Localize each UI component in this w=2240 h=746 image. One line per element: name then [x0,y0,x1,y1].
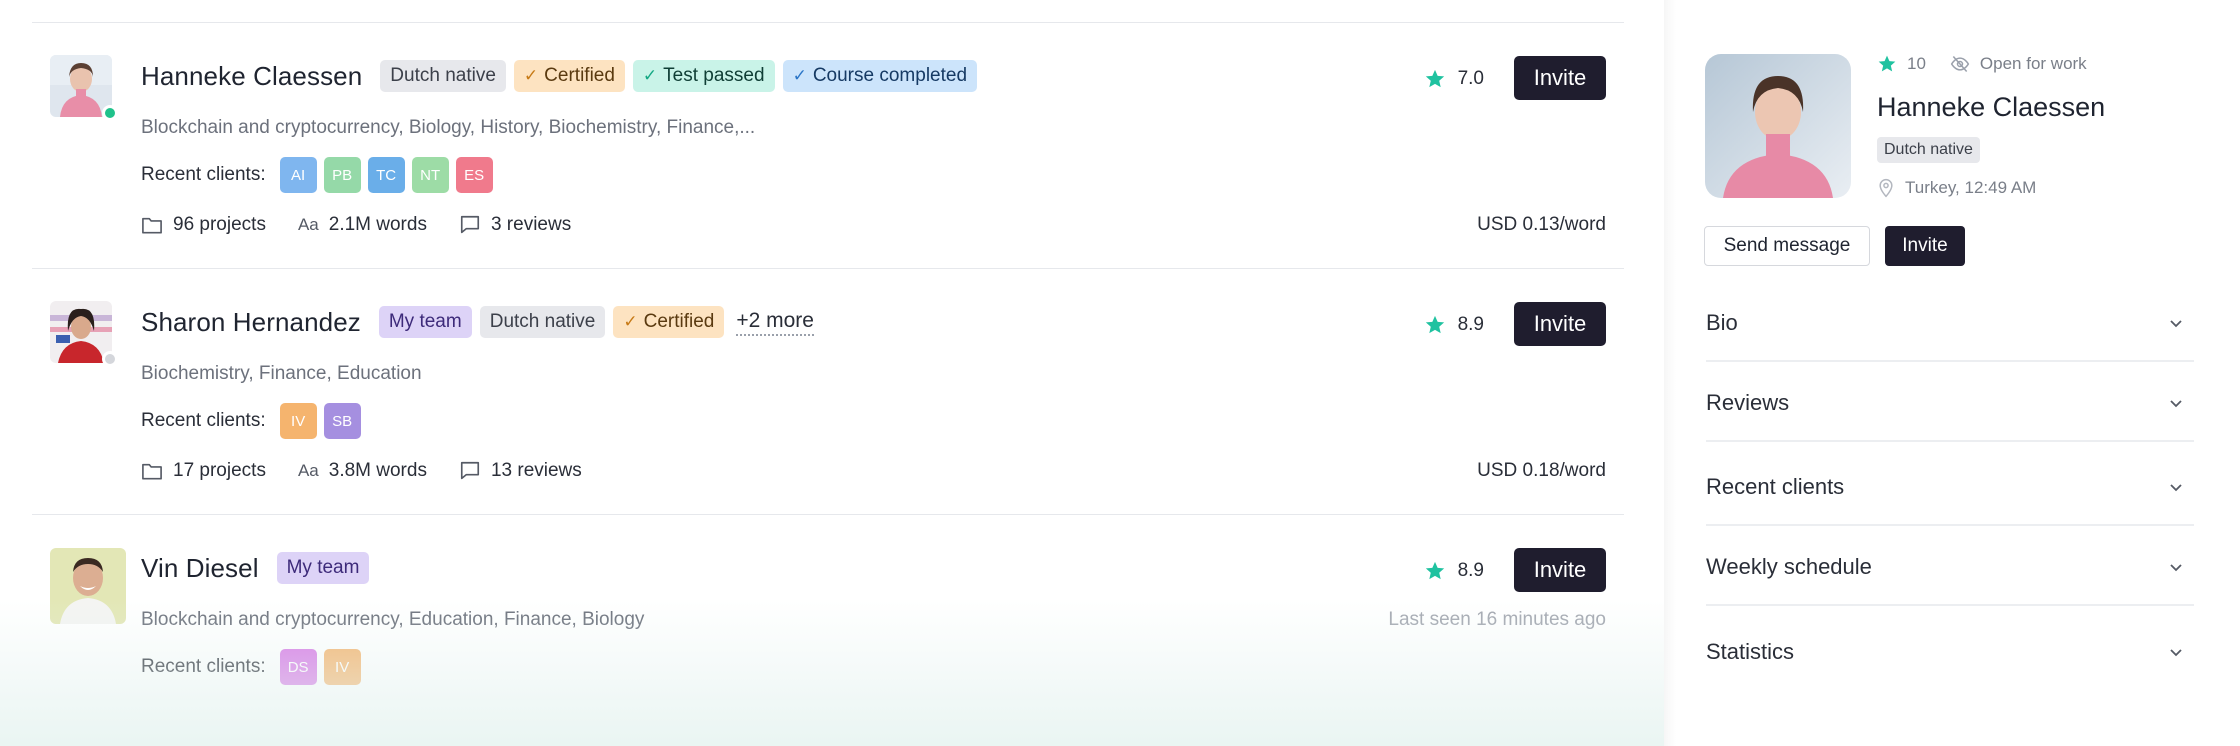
profile-tag-native: Dutch native [1877,137,1980,163]
projects-stat: 17 projects [141,460,266,482]
invite-button[interactable]: Invite [1514,56,1606,100]
rating: 8.9 [1424,555,1484,587]
check-icon: ✓ [792,66,807,85]
send-message-button[interactable]: Send message [1704,226,1870,266]
check-icon: ✓ [642,66,658,85]
last-seen-text: Last seen 16 minutes ago [1388,609,1606,630]
chevron-down-icon [2170,400,2182,408]
more-tags-link[interactable]: +2 more [736,309,814,336]
location-pin-icon [1879,178,1893,198]
star-icon [1425,69,1444,88]
stats-row: 96 projects Aa 2.1M words 3 reviews [141,209,603,241]
panel-shadow [1664,0,1676,746]
client-chip[interactable]: PB [323,157,361,193]
check-icon: ✓ [623,312,638,331]
reviews-stat[interactable]: 13 reviews [459,460,582,482]
price-per-word: USD 0.13/word [1477,214,1606,235]
avatar[interactable] [50,548,126,624]
profile-meta: 10 Open for work [1877,52,2087,76]
translator-name[interactable]: Hanneke Claessen [141,61,362,92]
tag-test-passed: ✓ Test passed [632,60,775,92]
chevron-down-icon [2170,649,2182,657]
rating: 8.9 [1424,309,1484,341]
invite-button[interactable]: Invite [1514,548,1606,592]
translator-card[interactable]: Vin Diesel My team 8.9 Invite Blockchain… [32,515,1624,746]
tag-course-completed: ✓ Course completed [782,60,978,92]
star-icon [1878,55,1896,72]
translator-card[interactable]: Sharon Hernandez My team Dutch native ✓ C… [32,269,1624,515]
availability-status: Open for work [1979,54,2087,73]
recent-clients-label: Recent clients: [141,410,266,431]
check-icon: ✓ [523,66,539,85]
invite-button[interactable]: Invite [1514,302,1606,346]
eye-off-icon [1950,56,1970,72]
name-row: Hanneke Claessen Dutch native ✓ Certified… [141,57,985,95]
font-size-icon: Aa [297,461,319,480]
translator-card[interactable]: Hanneke Claessen Dutch native ✓ Certified… [32,23,1624,269]
name-row: Vin Diesel My team [141,549,377,587]
profile-name: Hanneke Claessen [1877,92,2106,122]
profile-avatar [1705,54,1851,198]
recent-clients: Recent clients: DS IV [141,649,368,685]
stats-row: 17 projects Aa 3.8M words 13 reviews [141,455,614,487]
comment-icon [460,461,480,480]
translator-name[interactable]: Sharon Hernandez [141,307,361,338]
tag-native: Dutch native [380,60,506,92]
star-icon [1425,315,1444,334]
client-chip[interactable]: SB [323,403,361,439]
projects-stat: 96 projects [141,214,266,236]
price-per-word: USD 0.18/word [1477,460,1606,481]
recent-clients: Recent clients: IV SB [141,403,368,439]
client-chip[interactable]: IV [279,403,317,439]
accordion-recent-clients[interactable]: Recent clients [1706,450,2194,526]
client-chip[interactable]: NT [411,157,449,193]
tag-my-team: My team [378,306,472,338]
profile-rating: 10 [1907,54,1926,73]
accordion-statistics[interactable]: Statistics [1706,614,2194,690]
online-status-dot [102,105,118,121]
profile-invite-button[interactable]: Invite [1885,226,1965,266]
client-chip[interactable]: TC [367,157,405,193]
tag-certified: ✓ Certified [613,306,725,338]
words-stat: Aa 3.8M words [297,460,427,481]
rating: 7.0 [1424,63,1484,95]
tag-my-team: My team [276,552,370,584]
comment-icon [460,215,480,234]
accordion-bio[interactable]: Bio [1706,286,2194,362]
recent-clients-label: Recent clients: [141,656,266,677]
translator-list: Hanneke Claessen Dutch native ✓ Certified… [0,0,1664,746]
offline-status-dot [102,351,118,367]
recent-clients: Recent clients: AI PB TC NT ES [141,157,500,193]
rating-value: 8.9 [1457,314,1484,335]
profile-location: Turkey, 12:49 AM [1877,176,2036,200]
folder-icon [142,463,162,480]
words-stat: Aa 2.1M words [297,214,427,235]
tag-certified: ✓ Certified [513,60,625,92]
client-chip[interactable]: AI [279,157,317,193]
skills-list: Blockchain and cryptocurrency, Education… [141,609,645,630]
chevron-down-icon [2170,564,2182,572]
chevron-down-icon [2170,320,2182,328]
recent-clients-label: Recent clients: [141,164,266,185]
accordion-weekly-schedule[interactable]: Weekly schedule [1706,530,2194,606]
accordion-reviews[interactable]: Reviews [1706,366,2194,442]
folder-icon [142,217,162,234]
rating-value: 7.0 [1457,68,1484,89]
reviews-stat[interactable]: 3 reviews [459,214,571,236]
client-chip[interactable]: IV [323,649,361,685]
tag-native: Dutch native [479,306,606,338]
skills-list: Blockchain and cryptocurrency, Biology, … [141,117,756,138]
translator-name[interactable]: Vin Diesel [141,553,259,584]
name-row: Sharon Hernandez My team Dutch native ✓ C… [141,303,814,341]
rating-value: 8.9 [1457,560,1484,581]
star-icon [1425,561,1444,580]
client-chip[interactable]: DS [279,649,317,685]
client-chip[interactable]: ES [455,157,493,193]
chevron-down-icon [2170,484,2182,492]
font-size-icon: Aa [297,215,319,234]
skills-list: Biochemistry, Finance, Education [141,363,422,384]
